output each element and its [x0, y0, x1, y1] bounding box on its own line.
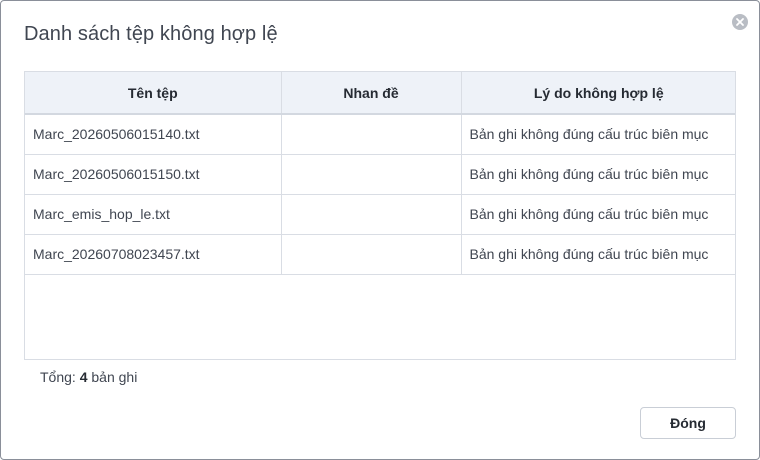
total-count: 4 — [79, 369, 88, 385]
invalid-files-table: Tên tệp Nhan đề Lý do không hợp lệ Marc_… — [24, 71, 736, 360]
cell-title — [281, 234, 462, 275]
table-row[interactable]: Marc_20260506015150.txt Bản ghi không đú… — [25, 154, 735, 195]
cell-reason: Bản ghi không đúng cấu trúc biên mục — [461, 114, 735, 155]
cell-filename: Marc_20260506015140.txt — [25, 114, 282, 155]
cell-filename: Marc_emis_hop_le.txt — [25, 194, 282, 235]
table-row[interactable]: Marc_20260506015140.txt Bản ghi không đú… — [25, 114, 735, 155]
column-header-filename[interactable]: Tên tệp — [25, 72, 282, 115]
total-prefix: Tổng: — [40, 369, 76, 385]
invalid-files-dialog: Danh sách tệp không hợp lệ Tên tệp Nhan … — [0, 0, 760, 460]
cell-reason: Bản ghi không đúng cấu trúc biên mục — [461, 154, 735, 195]
cell-title — [281, 114, 462, 155]
close-icon[interactable] — [732, 14, 748, 30]
dialog-title: Danh sách tệp không hợp lệ — [24, 23, 278, 45]
total-suffix: bản ghi — [91, 369, 138, 385]
close-button[interactable]: Đóng — [640, 407, 736, 439]
table-header-row: Tên tệp Nhan đề Lý do không hợp lệ — [25, 72, 735, 115]
cell-title — [281, 154, 462, 195]
table-row[interactable]: Marc_emis_hop_le.txt Bản ghi không đúng … — [25, 194, 735, 235]
cell-filename: Marc_20260708023457.txt — [25, 234, 282, 275]
table-row[interactable]: Marc_20260708023457.txt Bản ghi không đú… — [25, 234, 735, 275]
cell-title — [281, 194, 462, 235]
column-header-title[interactable]: Nhan đề — [281, 72, 462, 115]
cell-reason: Bản ghi không đúng cấu trúc biên mục — [461, 194, 735, 235]
total-records: Tổng: 4 bản ghi — [40, 369, 137, 385]
column-header-reason[interactable]: Lý do không hợp lệ — [461, 72, 735, 115]
cell-reason: Bản ghi không đúng cấu trúc biên mục — [461, 234, 735, 275]
cell-filename: Marc_20260506015150.txt — [25, 154, 282, 195]
